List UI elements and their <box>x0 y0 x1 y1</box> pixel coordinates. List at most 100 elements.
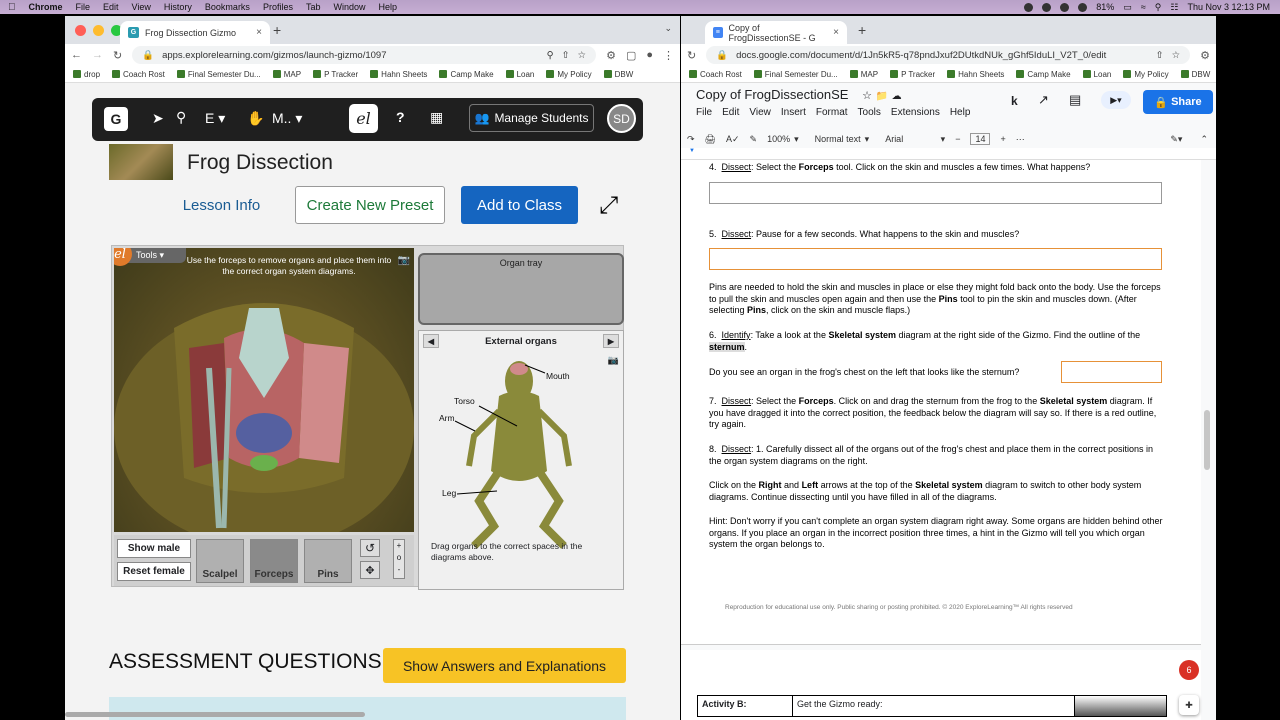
apps-grid-icon[interactable]: ▦ <box>430 109 443 126</box>
manage-students-button[interactable]: 👥 Manage Students <box>469 104 594 132</box>
tab-search-icon[interactable]: ⌄ <box>664 23 672 34</box>
pins-tool[interactable]: Pins <box>304 539 352 583</box>
close-tab-icon[interactable]: × <box>256 27 262 38</box>
menu-window[interactable]: Window <box>333 2 365 12</box>
answer-box-6[interactable] <box>1061 361 1162 383</box>
battery-icon[interactable]: ▭ <box>1123 2 1132 13</box>
collapse-icon[interactable]: ⌃ <box>1200 134 1208 145</box>
status-icon[interactable] <box>1042 2 1052 12</box>
fullscreen-icon[interactable]: ⤢ <box>599 192 618 220</box>
search-icon[interactable]: ⚲ <box>176 109 186 126</box>
tab-frog-gizmo[interactable]: G Frog Dissection Gizmo × <box>120 21 270 44</box>
bookmark[interactable]: Coach Rost <box>112 70 165 79</box>
launch-icon[interactable]: ➤ <box>152 110 164 127</box>
show-male-button[interactable]: Show male <box>117 539 191 558</box>
activity-icon[interactable]: ↗ <box>1038 92 1049 108</box>
edit-mode-icon[interactable]: ✎▾ <box>1170 134 1182 145</box>
wifi-icon[interactable]: ≈ <box>1141 2 1146 12</box>
forward-icon[interactable]: → <box>92 49 103 61</box>
add-to-class-button[interactable]: Add to Class <box>461 186 578 224</box>
menu-chrome[interactable]: Chrome <box>29 2 63 12</box>
menu-view[interactable]: View <box>132 2 151 12</box>
reload-icon[interactable]: ↻ <box>687 49 696 62</box>
bookmark[interactable]: DBW <box>603 70 633 79</box>
paint-format-icon[interactable]: ✎ <box>750 134 758 145</box>
zoom-slider[interactable]: + o - <box>393 539 405 579</box>
notification-badge[interactable]: 6 <box>1179 660 1199 680</box>
spellcheck-icon[interactable]: A✓ <box>726 134 740 145</box>
tab-google-doc[interactable]: ≡ Copy of FrogDissectionSE - G × <box>705 21 847 44</box>
explorelearning-logo[interactable]: el <box>349 104 378 133</box>
extensions-icon[interactable]: ⚙ <box>1200 49 1210 62</box>
address-bar[interactable]: 🔒 apps.explorelearning.com/gizmos/launch… <box>132 46 597 64</box>
document-page-2[interactable]: Activity B: Get the Gizmo ready: <box>681 650 1201 720</box>
menu-help[interactable]: Help <box>378 2 397 12</box>
print-icon[interactable]: 🖨 <box>705 134 716 145</box>
bookmark[interactable]: drop <box>73 70 100 79</box>
forceps-tool[interactable]: Forceps <box>250 539 298 583</box>
diagram-right-arrow[interactable]: ▶ <box>603 334 619 348</box>
bookmark[interactable]: Loan <box>1082 70 1111 79</box>
hand-icon[interactable]: ✋ <box>247 110 264 127</box>
docs-menu-insert[interactable]: Insert <box>781 107 806 118</box>
back-icon[interactable]: ← <box>71 49 82 61</box>
comments-icon[interactable]: ▤ <box>1069 92 1081 108</box>
bookmark[interactable]: Coach Rost <box>689 70 742 79</box>
docs-menu-help[interactable]: Help <box>950 107 971 118</box>
share-icon[interactable]: ⇧ <box>1156 50 1164 61</box>
new-tab-icon[interactable]: + <box>273 22 281 38</box>
vertical-scrollbar[interactable] <box>1204 410 1210 470</box>
frog-dissection-view[interactable]: Tools ▾ el Use the forceps to remove org… <box>114 248 414 532</box>
reset-female-button[interactable]: Reset female <box>117 562 191 581</box>
status-icon[interactable] <box>1060 2 1070 12</box>
apple-icon[interactable]:  <box>8 2 16 13</box>
bookmark[interactable]: Final Semester Du... <box>176 70 261 79</box>
font-size-input[interactable]: 14 <box>970 133 991 145</box>
docs-menu-format[interactable]: Format <box>816 107 848 118</box>
doc-title[interactable]: Copy of FrogDissectionSE ☆ 📁 ☁ <box>696 87 902 102</box>
docs-menu-extensions[interactable]: Extensions <box>891 107 940 118</box>
create-preset-button[interactable]: Create New Preset <box>295 186 445 224</box>
new-tab-icon[interactable]: + <box>858 22 866 38</box>
bookmark[interactable]: Loan <box>505 70 534 79</box>
bookmark[interactable]: Hahn Sheets <box>947 70 1004 79</box>
show-answers-button[interactable]: Show Answers and Explanations <box>383 648 626 683</box>
bookmark[interactable]: MAP <box>849 70 878 79</box>
horizontal-scrollbar[interactable] <box>65 712 365 717</box>
bookmark-star-icon[interactable]: ☆ <box>1172 50 1181 61</box>
more-icon[interactable]: ⋯ <box>1016 134 1025 145</box>
help-icon[interactable]: ? <box>396 109 405 125</box>
bookmark[interactable]: DBW <box>1180 70 1210 79</box>
scalpel-tool[interactable]: Scalpel <box>196 539 244 583</box>
profile-icon[interactable]: ● <box>646 49 653 61</box>
close-window-button[interactable] <box>75 25 86 36</box>
lesson-info-link[interactable]: Lesson Info <box>170 186 273 224</box>
status-icon[interactable] <box>1078 2 1088 12</box>
answer-box-4[interactable] <box>709 182 1162 204</box>
search-icon[interactable]: ⚲ <box>1155 2 1162 13</box>
explore-icon[interactable]: ✚ <box>1179 695 1199 715</box>
reload-icon[interactable]: ↻ <box>113 49 122 62</box>
gizmos-logo[interactable]: G <box>104 107 128 131</box>
menu-dots-icon[interactable]: ⋮ <box>663 49 674 62</box>
docs-menu-file[interactable]: File <box>696 107 712 118</box>
rotate-icon[interactable]: ↺ <box>360 539 380 557</box>
cloud-icon[interactable]: ☁ <box>892 91 902 102</box>
bookmark[interactable]: P Tracker <box>890 70 935 79</box>
document-page[interactable]: 4. Dissect: Select the Forceps tool. Cli… <box>681 160 1201 645</box>
star-icon[interactable]: ☆ <box>862 90 872 102</box>
indent-marker-icon[interactable]: ▼ <box>689 148 695 154</box>
docs-menu-view[interactable]: View <box>749 107 771 118</box>
organ-tray[interactable]: Organ tray <box>418 253 624 325</box>
bookmark[interactable]: MAP <box>272 70 301 79</box>
share-icon[interactable]: ⇧ <box>562 50 570 61</box>
menu-bookmarks[interactable]: Bookmarks <box>205 2 250 12</box>
extensions-icon[interactable]: ⚙ <box>606 49 616 62</box>
bookmark[interactable]: My Policy <box>1123 70 1169 79</box>
bookmark[interactable]: P Tracker <box>313 70 358 79</box>
menu-file[interactable]: File <box>76 2 91 12</box>
redo-icon[interactable]: ↷ <box>687 134 695 145</box>
move-icon[interactable]: ✥ <box>360 561 380 579</box>
menu-profiles[interactable]: Profiles <box>263 2 293 12</box>
bookmark-star-icon[interactable]: ☆ <box>578 50 587 61</box>
